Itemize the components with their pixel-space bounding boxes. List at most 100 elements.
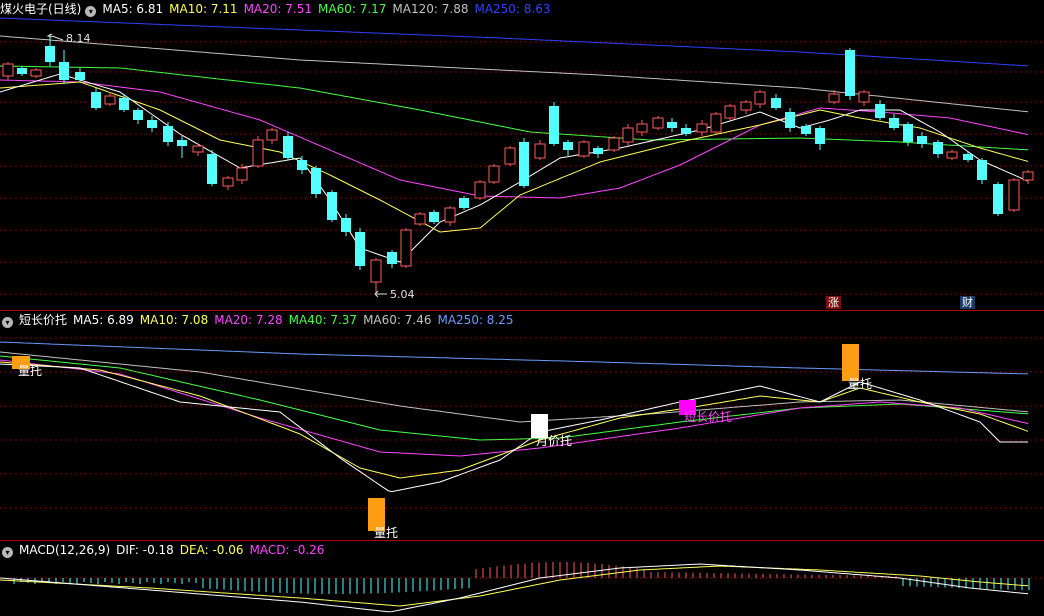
candle-body [400,229,412,267]
candle-body [207,154,217,184]
macd-lines [0,563,1029,613]
signal-label-2: 量托 [374,526,399,540]
candle-body [858,91,870,103]
candle-body [903,124,913,142]
circle-chevron-icon[interactable]: ▾ [2,547,13,558]
low-price-label: 5.04 [390,288,415,301]
candle-body [2,63,14,77]
high-price-label: 8.14 [66,32,91,45]
candle-body [696,123,708,133]
candle-body [147,120,157,128]
circle-chevron-icon[interactable]: ▾ [2,317,13,328]
candle-body [252,139,264,167]
ma120-label: MA120: 7.88 [392,2,469,16]
candle-body [828,93,840,103]
candle-body [91,92,101,108]
candle-body [933,142,943,154]
mid-header: ▾ 短长价托 MA5: 6.89 MA10: 7.08 MA20: 7.28 MA40: … [0,311,520,329]
ma250-label: MA250: 8.63 [474,2,551,16]
candle-body [917,136,927,144]
kline-header: 煤火电子(日线) ▾ MA5: 6.81 MA10: 7.11 MA20: 7.51 MA… [0,0,557,18]
candle-body [370,259,382,283]
kline-candles [2,34,1034,294]
mid-ma250-label: MA250: 8.25 [437,313,514,327]
candle-body [59,62,69,80]
macd-title: MACD(12,26,9) [19,543,111,557]
candle-body [1008,179,1020,211]
candle-body [549,106,559,144]
candle-body [459,198,469,208]
signal-label-1: 量托 [18,364,43,378]
candle-body [504,147,516,165]
low-marker [374,290,387,298]
candle-body [710,113,722,133]
candle-body [681,128,691,134]
candle-body [622,127,634,143]
circle-chevron-icon[interactable]: ▾ [85,6,97,17]
candle-body [192,145,204,153]
ma250-line [0,17,1029,67]
candle-body [815,128,825,144]
event-tag-zhang[interactable]: 涨 [826,296,841,309]
candle-body [222,177,234,187]
candle-body [889,118,899,128]
signal-label-5: 量托 [848,377,873,391]
price-support-panel[interactable]: ▾ 短长价托 MA5: 6.89 MA10: 7.08 MA20: 7.28 MA40: … [0,310,1044,540]
candle-body [534,143,546,159]
candle-body [297,160,307,170]
candle-body [740,101,752,111]
candle-body [30,69,42,77]
ma5-line [0,73,1029,263]
kline-ma-lines [0,17,1029,263]
price-support-chart[interactable] [0,310,1044,540]
candle-body [163,126,173,142]
ma120-line [0,35,1029,113]
stock-title: 煤火电子(日线) [0,2,82,16]
candle-body [414,213,426,225]
indicator-title: 短长价托 [19,313,68,327]
signal-label-4: 短长价托 [684,410,733,424]
kline-chart[interactable] [0,0,1044,310]
candle-body [327,192,337,220]
mid-ma10-label: MA10: 7.08 [139,313,209,327]
candle-body [429,212,439,222]
candle-body [593,148,603,154]
candle-body [652,117,664,129]
ma20-line [0,79,1029,199]
ma60-label: MA60: 7.17 [318,2,387,16]
mid-ma250-line [0,341,1029,375]
candle-body [444,207,456,223]
candle-body [341,218,351,232]
dif-label: DIF: -0.18 [116,543,174,557]
mid-ma40-line [0,355,1029,441]
signal-label-3: 月价托 [536,434,573,448]
candle-body [474,181,486,199]
candle-body [119,98,129,110]
candle-body [563,142,573,150]
macd-value-label: MACD: -0.26 [249,543,325,557]
signal-block-5 [842,344,859,381]
candle-body [801,126,811,134]
kline-panel[interactable]: 煤火电子(日线) ▾ MA5: 6.81 MA10: 7.11 MA20: 7.51 MA… [0,0,1044,310]
dea-label: DEA: -0.06 [179,543,244,557]
candle-body [75,72,85,80]
ma20-label: MA20: 7.51 [243,2,312,16]
candle-body [45,46,55,62]
candle-body [236,167,248,181]
candle-body [283,136,293,158]
candle-body [946,151,958,159]
candle-body [177,140,187,146]
mid-ma20-label: MA20: 7.28 [214,313,283,327]
candle-body [519,142,529,186]
candle-body [963,154,973,160]
candle-body [266,129,278,141]
candle-body [771,98,781,108]
event-tag-cai[interactable]: 财 [960,296,975,309]
candle-body [1022,171,1034,181]
macd-panel[interactable]: ▾ MACD(12,26,9) DIF: -0.18 DEA: -0.06 MACD: … [0,540,1044,616]
candle-body [845,50,855,96]
candle-body [754,91,766,105]
macd-header: ▾ MACD(12,26,9) DIF: -0.18 DEA: -0.06 MACD: … [0,541,330,559]
candle-body [875,104,885,118]
dea-line [0,565,1029,607]
